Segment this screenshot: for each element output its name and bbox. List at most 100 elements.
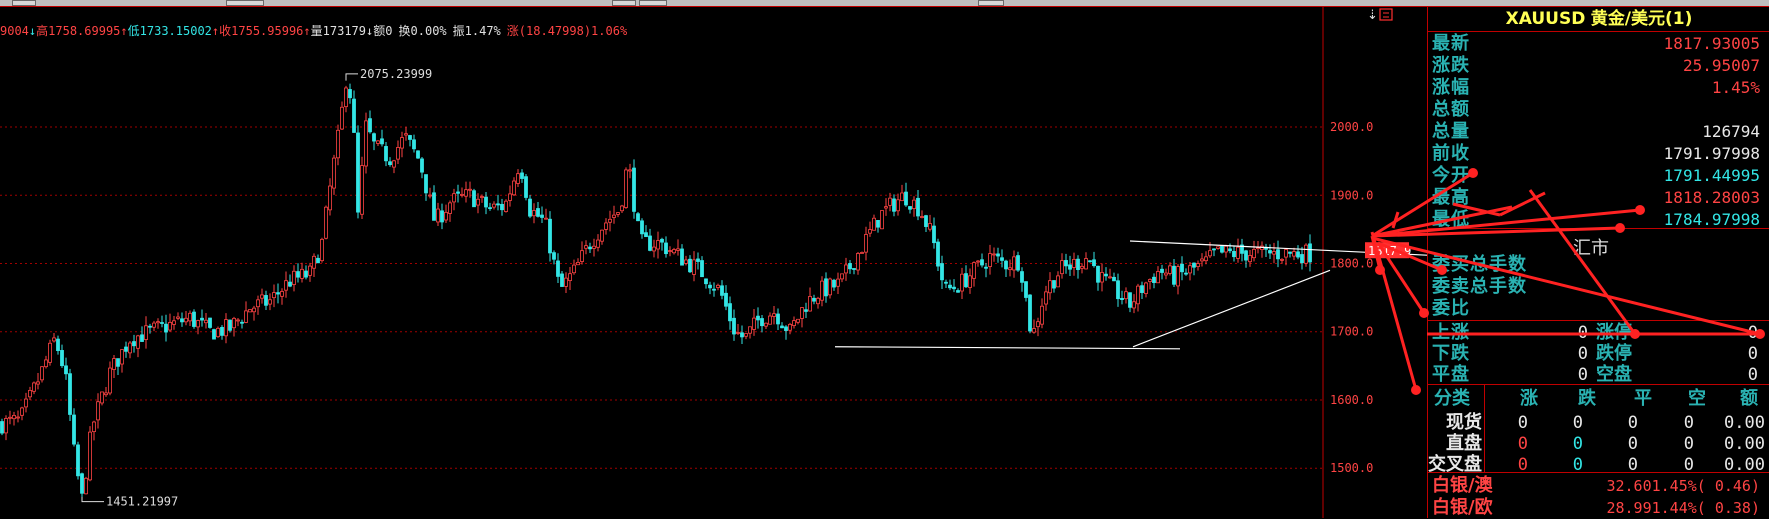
related-quote-row[interactable]: 白银/欧 28.991.44%( 0.38)	[1428, 497, 1769, 519]
candle-body	[888, 197, 892, 206]
arrow-up-icon: ↑	[303, 24, 311, 38]
quote-label: 总额	[1432, 99, 1470, 120]
candle-body	[768, 315, 772, 325]
y-tick-label: 1800.0	[1330, 257, 1373, 271]
candle-body	[1304, 244, 1308, 264]
updown-row: 下跌 0 跌停 0	[1428, 343, 1769, 365]
calendar-icon	[1379, 8, 1393, 21]
candle-body	[68, 373, 72, 415]
updown-left-value: 0	[1577, 344, 1588, 364]
candle-body	[80, 473, 84, 494]
candle-body	[176, 316, 180, 319]
candle-body	[664, 242, 668, 255]
candle-body	[1152, 276, 1156, 283]
panel-divider	[1428, 384, 1769, 385]
candle-body	[736, 332, 740, 334]
candle-body	[828, 278, 832, 296]
candle-body	[1120, 297, 1124, 300]
price-chart[interactable]: 2000.0 1900.0 1800.0 1700.0 1600.0 1500.0 2075…	[0, 0, 1427, 518]
amplitude-value: 1.47%	[464, 24, 501, 38]
turnover-label: 换	[398, 24, 411, 38]
candle-body	[576, 261, 580, 266]
candle-body	[1156, 271, 1160, 284]
table-header[interactable]: 分类	[1434, 388, 1470, 410]
candle-body	[380, 138, 384, 145]
support-trendline	[834, 346, 1181, 350]
candle-body	[1256, 247, 1260, 250]
table-header[interactable]: 涨	[1520, 388, 1538, 410]
candle-body	[340, 106, 344, 130]
close-value: 1755.95996	[231, 24, 304, 38]
candle-body	[456, 191, 460, 194]
candle-body	[820, 280, 824, 301]
symbol-code: XAUUSD	[1505, 9, 1586, 29]
candle-body	[1168, 265, 1172, 274]
candle-body	[1300, 254, 1304, 264]
candle-body	[104, 392, 108, 396]
related-quote-row[interactable]: 白银/澳 32.601.45%( 0.46)	[1428, 475, 1769, 497]
table-header[interactable]: 平	[1634, 388, 1652, 410]
candle-body	[96, 401, 100, 421]
table-cell: 0.00	[1724, 434, 1765, 454]
candle-body	[564, 277, 568, 287]
candle-body	[680, 248, 684, 266]
candle-body	[452, 193, 456, 203]
candle-body	[532, 210, 536, 217]
close-label: 收	[219, 24, 232, 38]
table-row-name[interactable]: 直盘	[1446, 433, 1482, 455]
quote-row: 最高 1818.28003	[1428, 187, 1769, 209]
candle-body	[92, 421, 96, 433]
candle-body	[1188, 265, 1192, 274]
candle-body	[624, 169, 628, 208]
pin-icon: ⇣	[1367, 8, 1378, 23]
high-label: 高	[36, 24, 49, 38]
candle-body	[368, 118, 372, 133]
quote-row: 前收 1791.97998	[1428, 143, 1769, 165]
candle-body	[464, 189, 468, 197]
updown-row: 上涨 0 涨停 0	[1428, 322, 1769, 344]
candle-body	[376, 140, 380, 144]
table-header[interactable]: 跌	[1578, 388, 1596, 410]
high-value: 1758.69995	[48, 24, 121, 38]
candle-body	[424, 174, 428, 194]
table-header[interactable]: 空	[1688, 388, 1706, 410]
candle-body	[52, 337, 56, 342]
volume-value: 173179	[322, 24, 367, 38]
table-cell: 0.00	[1724, 413, 1765, 433]
candle-body	[36, 381, 40, 385]
change-label: 涨	[506, 24, 519, 38]
order-label: 委买总手数	[1432, 254, 1527, 275]
candle-body	[312, 255, 316, 269]
volume-label: 量	[310, 24, 323, 38]
candle-body	[608, 218, 612, 223]
table-cell: 0	[1627, 413, 1638, 433]
quote-row: 今开 1791.44995	[1428, 165, 1769, 187]
candle-body	[288, 281, 292, 287]
candle-body	[276, 292, 280, 295]
quote-label: 总量	[1432, 121, 1470, 142]
table-row-name[interactable]: 现货	[1446, 412, 1482, 434]
turnover-value: 0.00%	[410, 24, 447, 38]
y-tick-label: 1600.0	[1330, 393, 1373, 407]
candle-body	[600, 229, 604, 242]
candle-body	[904, 191, 908, 206]
candle-body	[268, 299, 272, 305]
candle-body	[1248, 255, 1252, 263]
candle-body	[16, 416, 20, 419]
candle-body	[684, 259, 688, 264]
related-quote-value: 32.601.45%( 0.46)	[1606, 477, 1760, 495]
candle-body	[780, 325, 784, 329]
quote-row: 涨幅 1.45%	[1428, 77, 1769, 99]
candle-body	[544, 217, 548, 220]
candle-body	[148, 325, 152, 328]
candle-body	[1032, 328, 1036, 333]
candle-body	[516, 173, 520, 184]
candle-body	[968, 275, 972, 288]
candle-body	[116, 358, 120, 367]
table-header[interactable]: 额	[1740, 388, 1758, 410]
candle-body	[20, 407, 24, 416]
candle-body	[360, 165, 364, 215]
candle-body	[108, 367, 112, 394]
candle-body	[72, 414, 76, 445]
candle-body	[864, 234, 868, 253]
